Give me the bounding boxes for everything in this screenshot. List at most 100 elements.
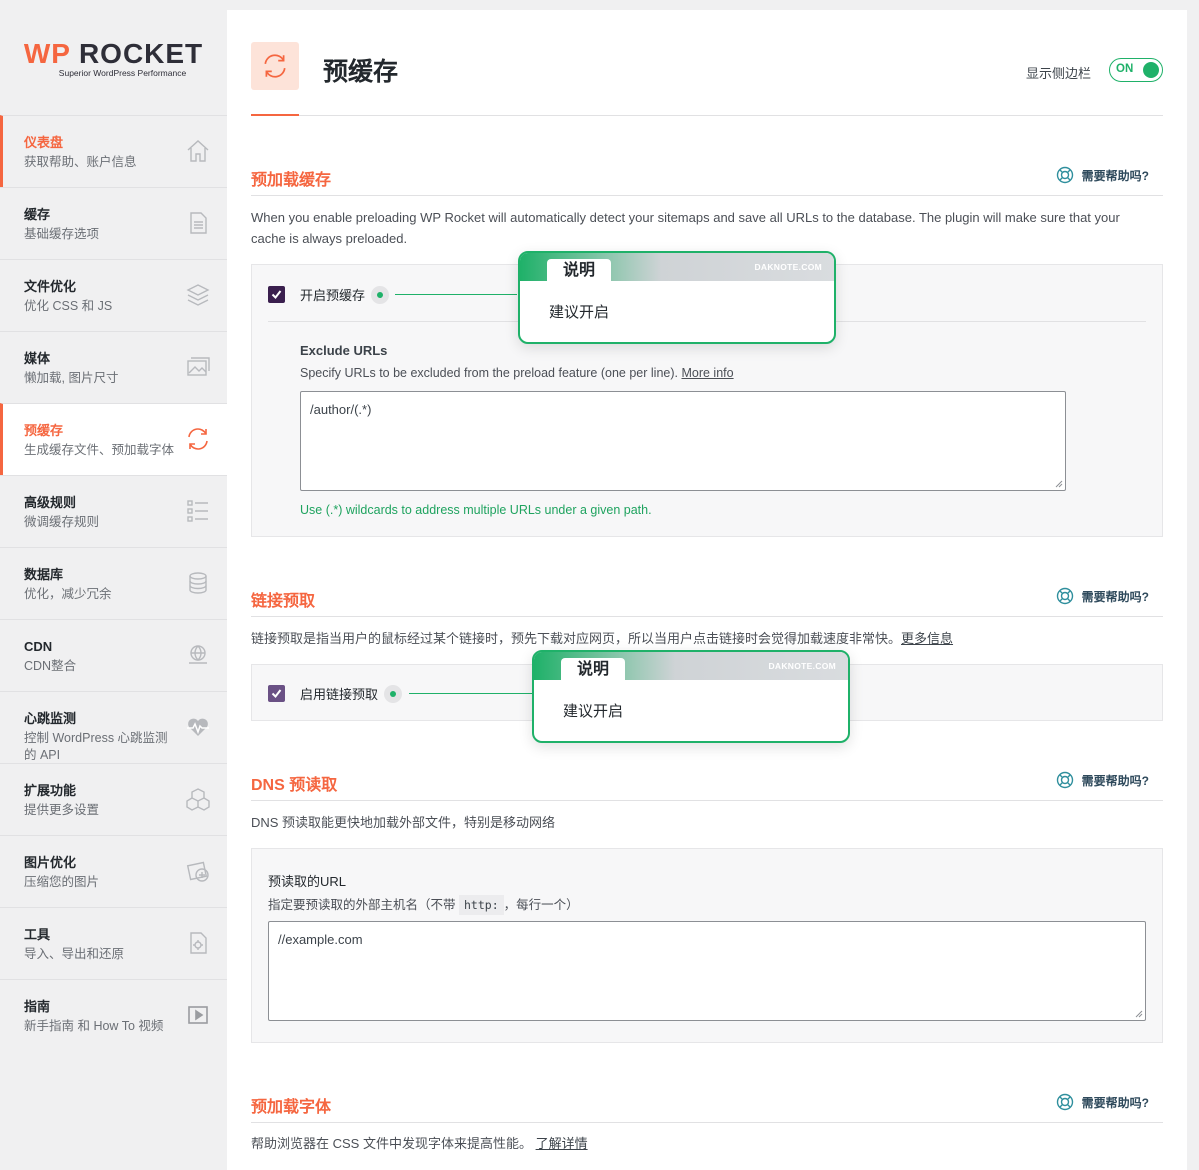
preload-section-header: 预加载缓存 需要帮助吗? (251, 166, 1163, 196)
callout-tooltip: 说明 DAKNOTE.COM 建议开启 (532, 650, 850, 743)
sidebar-item-heartbeat[interactable]: 心跳监测 控制 WordPress 心跳监测的 API (0, 691, 227, 763)
callout-site: DAKNOTE.COM (768, 661, 836, 671)
sidebar-item-desc: 提供更多设置 (24, 803, 100, 817)
callout-body: 建议开启 (563, 703, 624, 720)
callout-connector (409, 693, 532, 694)
help-link[interactable]: 需要帮助吗? (1056, 771, 1149, 789)
layers-icon (185, 282, 211, 308)
desc-text: 帮助浏览器在 CSS 文件中发现字体来提高性能。 (251, 1136, 532, 1151)
logo-tagline: Superior WordPress Performance (58, 67, 187, 78)
callout-tab: 说明 (561, 658, 625, 682)
help-link[interactable]: 需要帮助吗? (1056, 587, 1149, 605)
home-icon (185, 138, 211, 164)
sidebar-item-image-optimization[interactable]: 图片优化 压缩您的图片 (0, 835, 227, 907)
help-text-pre: 指定要预读取的外部主机名（不带 (268, 898, 456, 912)
help-label: 需要帮助吗? (1081, 773, 1149, 788)
toggle-state-text: ON (1116, 63, 1134, 75)
dns-description: DNS 预读取能更快地加载外部文件，特别是移动网络 (251, 815, 556, 830)
video-icon (185, 1002, 211, 1028)
resize-handle-icon (1055, 480, 1063, 488)
sidebar-item-desc: 微调缓存规则 (24, 515, 100, 529)
images-icon (185, 354, 211, 380)
logo-wp-text: WP (23, 37, 71, 69)
sidebar-item-cache[interactable]: 缓存 基础缓存选项 (0, 187, 227, 259)
callout-tooltip: 说明 DAKNOTE.COM 建议开启 (518, 251, 836, 344)
sidebar-item-tutorials[interactable]: 指南 新手指南 和 How To 视频 (0, 979, 227, 1051)
preload-checkbox-row[interactable]: 开启预缓存 (268, 285, 390, 304)
exclude-urls-textarea[interactable]: /author/(.*) (300, 391, 1066, 491)
dns-urls-label: 预读取的URL (268, 874, 347, 889)
help-link[interactable]: 需要帮助吗? (1056, 166, 1149, 184)
sidebar-item-preload[interactable]: 预缓存 生成缓存文件、预加载字体 (0, 403, 227, 475)
sidebar-item-desc: 压缩您的图片 (24, 875, 100, 889)
dns-urls-textarea[interactable]: //example.com (268, 921, 1146, 1021)
link-prefetch-checkbox-row[interactable]: 启用链接预取 (268, 684, 403, 703)
sidebar-item-database[interactable]: 数据库 优化，减少冗余 (0, 547, 227, 619)
image-optimize-icon (185, 858, 211, 884)
sidebar-item-desc: 懒加载, 图片尺寸 (24, 371, 119, 385)
section-title: 链接预取 (251, 593, 316, 610)
link-prefetch-description: 链接预取是指当用户的鼠标经过某个链接时，预先下载对应网页，所以当用户点击链接时会… (251, 628, 1156, 649)
lifebuoy-icon (1056, 587, 1073, 605)
check-icon (271, 689, 282, 699)
help-label: 需要帮助吗? (1081, 168, 1149, 183)
checkbox-label: 启用链接预取 (300, 687, 379, 702)
sidebar-item-desc: 基础缓存选项 (24, 227, 100, 241)
sidebar: WP ROCKET Superior WordPress Performance… (0, 0, 227, 1170)
section-title: 预加载缓存 (251, 172, 332, 189)
wp-rocket-logo[interactable]: WP ROCKET Superior WordPress Performance (0, 0, 227, 115)
toggle-knob (1143, 62, 1159, 78)
callout-body: 建议开启 (549, 304, 610, 321)
indicator-dot (384, 684, 403, 703)
sidebar-item-desc: CDN整合 (24, 659, 77, 673)
textarea-value: /author/(.*) (310, 402, 372, 417)
preload-checkbox[interactable] (268, 286, 285, 303)
sidebar-item-tools[interactable]: 工具 导入、导出和还原 (0, 907, 227, 979)
preload-fonts-section-header: 预加载字体 需要帮助吗? (251, 1093, 1163, 1123)
heartbeat-icon (185, 714, 211, 740)
database-icon (185, 570, 211, 596)
sidebar-item-addons[interactable]: 扩展功能 提供更多设置 (0, 763, 227, 835)
show-sidebar-toggle[interactable]: ON (1109, 58, 1163, 82)
page-header: 预缓存 显示侧边栏 ON (251, 10, 1163, 116)
learn-more-link[interactable]: 了解详情 (536, 1136, 588, 1151)
lifebuoy-icon (1056, 1093, 1073, 1111)
sidebar-item-desc: 优化，减少冗余 (24, 587, 112, 601)
callout-tab: 说明 (547, 259, 611, 283)
globe-icon (185, 642, 211, 668)
more-info-link[interactable]: 更多信息 (901, 631, 953, 646)
dns-prefetch-section-header: DNS 预读取 需要帮助吗? (251, 771, 1163, 801)
help-link[interactable]: 需要帮助吗? (1056, 1093, 1149, 1111)
help-label: 需要帮助吗? (1081, 589, 1149, 604)
lifebuoy-icon (1056, 771, 1073, 789)
indicator-dot (371, 285, 390, 304)
desc-text: 链接预取是指当用户的鼠标经过某个链接时，预先下载对应网页，所以当用户点击链接时会… (251, 631, 902, 646)
sidebar-item-cdn[interactable]: CDN CDN整合 (0, 619, 227, 691)
wildcard-note: Use (.*) wildcards to address multiple U… (300, 503, 652, 517)
sidebar-item-desc: 获取帮助、账户信息 (24, 155, 137, 169)
exclude-help-text: Specify URLs to be excluded from the pre… (300, 366, 678, 380)
sidebar-item-media[interactable]: 媒体 懒加载, 图片尺寸 (0, 331, 227, 403)
exclude-urls-help: Specify URLs to be excluded from the pre… (300, 366, 734, 380)
sidebar-item-desc: 优化 CSS 和 JS (24, 299, 113, 313)
refresh-icon (185, 426, 211, 452)
tools-icon (185, 930, 211, 956)
main-content: 预缓存 显示侧边栏 ON 预加载缓存 需要帮助吗? When you enabl… (227, 10, 1187, 1170)
sidebar-item-desc: 控制 WordPress 心跳监测的 API (24, 731, 168, 762)
textarea-value: //example.com (278, 932, 363, 947)
link-prefetch-checkbox[interactable] (268, 685, 285, 702)
sidebar-item-file-optimization[interactable]: 文件优化 优化 CSS 和 JS (0, 259, 227, 331)
more-info-link[interactable]: More info (681, 366, 733, 380)
sidebar-item-desc: 新手指南 和 How To 视频 (24, 1019, 164, 1033)
checkbox-label: 开启预缓存 (300, 288, 366, 303)
boxes-icon (185, 786, 211, 812)
sidebar-item-advanced-rules[interactable]: 高级规则 微调缓存规则 (0, 475, 227, 547)
section-title: DNS 预读取 (251, 777, 338, 794)
help-label: 需要帮助吗? (1081, 1095, 1149, 1110)
check-icon (271, 290, 282, 300)
dns-panel: 预读取的URL 指定要预读取的外部主机名（不带 http: ，每行一个） //ex… (251, 848, 1163, 1043)
sidebar-item-desc: 导入、导出和还原 (24, 947, 125, 961)
sidebar-item-dashboard[interactable]: 仪表盘 获取帮助、账户信息 (0, 115, 227, 187)
lifebuoy-icon (1056, 166, 1073, 184)
callout-connector (395, 294, 517, 295)
